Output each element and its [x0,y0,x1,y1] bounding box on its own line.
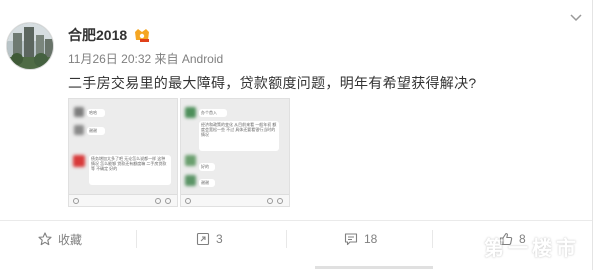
watermark-logo-icon [450,233,476,260]
chevron-down-icon[interactable] [570,14,582,22]
comment-tab-indicator [315,266,433,269]
blurred-avatar [74,125,84,135]
voice-icon [73,198,79,204]
comment-count: 18 [364,232,378,246]
favorite-label: 收藏 [58,232,83,247]
blurred-avatar [185,155,196,166]
action-separator [286,230,287,248]
blurred-avatar [185,107,196,118]
voice-icon [185,198,191,204]
blurred-avatar [73,155,85,167]
chat-bubble: 债务增加太多了吧 无论怎么说都一样 这种情况 怎么能够 贷款还有额度嘛 二手房贷… [89,155,171,185]
chat-bubble: 好的 [199,163,215,171]
post-image-thumbnail-2[interactable]: 办个首入 经济和政策的变化 从目前来看 一般年初 额度会宽松一些 不过 具体还要… [180,98,290,207]
vip-badge-icon[interactable] [133,27,151,42]
emoji-icon [155,198,161,204]
action-bar-divider [0,220,592,221]
blurred-avatar [185,175,196,186]
chat-bubble: 谢谢 [199,179,215,187]
action-separator [136,230,137,248]
chat-input-bar [181,194,289,206]
action-separator [432,230,433,248]
post-image-thumbnail-1[interactable]: 哈哈 谢谢 债务增加太多了吧 无论怎么说都一样 这种情况 怎么能够 贷款还有额度… [68,98,178,207]
repost-button[interactable]: 3 [196,230,223,248]
repost-count: 3 [216,232,223,246]
chat-input-bar [69,194,177,206]
blurred-avatar [74,107,84,117]
emoji-icon [267,198,273,204]
favorite-button[interactable]: 收藏 [38,230,82,248]
comment-button[interactable]: 18 [344,230,377,248]
chat-bubble: 办个首入 [199,109,227,117]
weibo-post-card: 合肥2018 11月26日 20:32 来自 Android 二手房交易里的最大… [0,0,593,270]
chat-bubble: 哈哈 [87,109,105,117]
plus-icon [277,198,283,204]
avatar-image [7,23,53,69]
star-icon [38,232,52,246]
watermark-text: 第一楼市 [484,238,580,260]
user-avatar[interactable] [6,22,54,70]
repost-icon [196,232,210,246]
plus-icon [165,198,171,204]
comment-icon [344,233,358,246]
chat-bubble: 经济和政策的变化 从目前来看 一般年初 额度会宽松一些 不过 具体还要看银行当时… [199,121,279,151]
post-meta[interactable]: 11月26日 20:32 来自 Android [68,51,223,67]
user-name[interactable]: 合肥2018 [68,26,127,44]
site-watermark: 第一楼市 [450,232,580,261]
chat-bubble: 谢谢 [87,127,105,135]
post-text: 二手房交易里的最大障碍，贷款额度问题，明年有希望获得解决? [68,75,477,91]
